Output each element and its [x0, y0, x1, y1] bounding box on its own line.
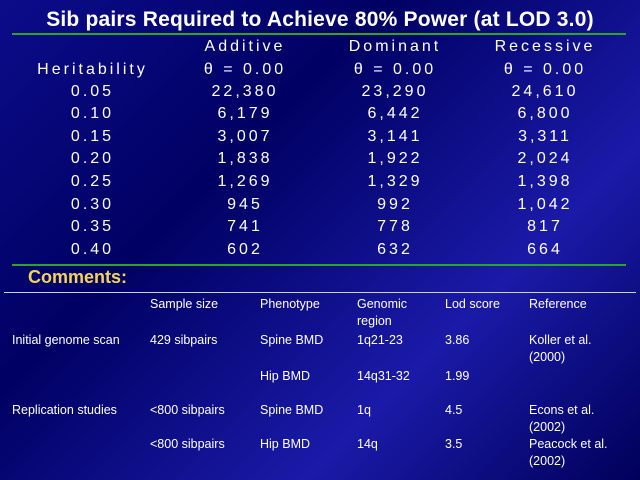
cell-additive: 741 — [227, 218, 263, 235]
cell-additive: 1,838 — [217, 150, 273, 167]
study-label: Replication studies — [12, 403, 117, 417]
row-label: 0.05 — [70, 83, 115, 100]
table-row: 0.15 3,007 3,141 3,311 — [0, 128, 640, 150]
cell-additive: θ = 0.00 — [203, 61, 287, 78]
sample-size-cell: <800 sibpairs — [150, 403, 225, 417]
reference-cell: Peacock et al. (2002) — [529, 437, 608, 468]
cell-additive: 6,179 — [217, 105, 273, 122]
cell-dominant: 3,141 — [367, 128, 423, 145]
title-rule — [12, 33, 626, 35]
cell-dominant: 992 — [377, 196, 413, 213]
cell-additive: 945 — [227, 196, 263, 213]
cell-recessive: 24,610 — [511, 83, 579, 100]
cell-additive: 3,007 — [217, 128, 273, 145]
row-label: 0.10 — [70, 105, 115, 122]
reference-cell: Koller et al. (2000) — [529, 333, 592, 364]
reference-cell: Econs et al. (2002) — [529, 403, 595, 434]
sample-size-cell: 429 sibpairs — [150, 333, 218, 347]
cell-recessive: 664 — [527, 241, 563, 258]
header-sample-size: Sample size — [150, 297, 219, 311]
comments-heading: Comments: — [28, 267, 128, 287]
table-row: 0.25 1,269 1,329 1,398 — [0, 173, 640, 195]
cell-dominant: 23,290 — [361, 83, 429, 100]
cell-additive: 22,380 — [211, 83, 279, 100]
phenotype-cell: Hip BMD — [260, 437, 311, 451]
cell-recessive: 6,800 — [517, 105, 573, 122]
cell-dominant: 1,329 — [367, 173, 423, 190]
row-label: 0.20 — [70, 150, 115, 167]
header-reference: Reference — [529, 297, 587, 311]
table-row: 0.40 602 632 664 — [0, 241, 640, 263]
genomic-region-cell: 14q31-32 — [357, 369, 410, 383]
phenotype-cell: Hip BMD — [260, 369, 311, 383]
cell-recessive: θ = 0.00 — [503, 61, 587, 78]
table-row: 0.05 22,380 23,290 24,610 — [0, 83, 640, 105]
table-row: Heritability θ = 0.00 θ = 0.00 θ = 0.00 — [0, 61, 640, 83]
header-lod-score: Lod score — [445, 297, 500, 311]
cell-dominant: 632 — [377, 241, 413, 258]
sample-size-cell: <800 sibpairs — [150, 437, 225, 451]
table-bottom-rule — [12, 264, 626, 266]
lod-score-cell: 3.5 — [445, 437, 463, 451]
cell-dominant: 778 — [377, 218, 413, 235]
table-row: 0.35 741 778 817 — [0, 218, 640, 240]
cell-recessive: 3,311 — [518, 128, 572, 145]
cell-recessive: 1,398 — [517, 173, 573, 190]
cell-dominant: 6,442 — [367, 105, 423, 122]
lod-score-cell: 4.5 — [445, 403, 463, 417]
phenotype-cell: Spine BMD — [260, 403, 324, 417]
lod-score-cell: 1.99 — [445, 369, 470, 383]
cell-additive: 1,269 — [217, 173, 273, 190]
power-table-header: Additive Dominant Recessive — [0, 38, 640, 60]
cell-dominant: θ = 0.00 — [353, 61, 437, 78]
cell-dominant: 1,922 — [367, 150, 423, 167]
row-label: 0.40 — [70, 241, 115, 258]
row-label: 0.30 — [70, 196, 115, 213]
cell-additive: 602 — [227, 241, 263, 258]
lod-score-cell: 3.86 — [445, 333, 470, 347]
row-label: Heritability — [37, 61, 148, 78]
header-phenotype: Phenotype — [260, 297, 320, 311]
slide-title: Sib pairs Required to Achieve 80% Power … — [46, 8, 594, 31]
cell-recessive: 817 — [527, 218, 563, 235]
header-recessive: Recessive — [494, 38, 596, 55]
row-label: 0.35 — [70, 218, 115, 235]
phenotype-cell: Spine BMD — [260, 333, 324, 347]
header-additive: Additive — [204, 38, 286, 55]
header-dominant: Dominant — [348, 38, 442, 55]
genomic-region-cell: 1q21-23 — [357, 333, 403, 347]
genomic-region-cell: 14q — [357, 437, 378, 451]
study-label: Initial genome scan — [12, 333, 120, 347]
table-row: 0.30 945 992 1,042 — [0, 196, 640, 218]
row-label: 0.15 — [70, 128, 115, 145]
comments-rule — [4, 292, 636, 293]
row-label: 0.25 — [70, 173, 115, 190]
cell-recessive: 2,024 — [517, 150, 573, 167]
table-row: 0.10 6,179 6,442 6,800 — [0, 105, 640, 127]
table-row: 0.20 1,838 1,922 2,024 — [0, 150, 640, 172]
genomic-region-cell: 1q — [357, 403, 371, 417]
cell-recessive: 1,042 — [517, 196, 573, 213]
header-genomic-region: Genomic region — [357, 297, 408, 328]
